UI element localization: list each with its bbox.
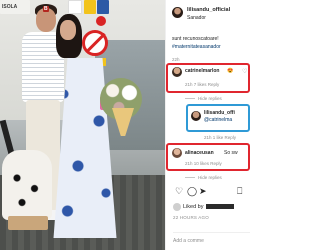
owner-avatar[interactable]	[172, 7, 183, 18]
post-location[interactable]: Sanador	[187, 15, 206, 21]
add-comment-placeholder: Add a comme	[173, 238, 204, 244]
like-comment-icon[interactable]: ♡	[242, 68, 247, 75]
commenter-avatar[interactable]	[172, 148, 182, 158]
warning-sign	[68, 0, 82, 14]
liked-by-prefix: Liked by	[183, 204, 204, 210]
baby-car-seat	[2, 150, 52, 220]
caption-age: 22h	[172, 57, 180, 62]
cap-logo-letter: B	[44, 6, 48, 12]
wall-sign-text: ISOLA	[2, 4, 18, 10]
stroller-base	[8, 216, 48, 230]
red-round-sign	[96, 16, 106, 26]
no-entry-sign	[82, 30, 108, 56]
hide-replies-link[interactable]: Hide replies	[185, 175, 222, 180]
hide-replies-link[interactable]: Hide replies	[185, 96, 222, 101]
liked-by-text: Liked by	[183, 204, 234, 210]
cap-logo: B	[43, 6, 49, 12]
heart-outline-icon[interactable]: ♡	[175, 186, 183, 196]
post-caption: sunt recunoscatoare! #maternitateasanado…	[172, 36, 250, 51]
info-sign	[97, 0, 109, 14]
commenter-username[interactable]: alinaceusan	[185, 150, 214, 156]
comment-text: So sw	[224, 150, 238, 156]
comment-icon[interactable]: ◯	[187, 186, 197, 196]
comment-item: catrinelmarlon 😍 ♡ 21h 7 likes Reply	[170, 66, 248, 92]
comment-meta[interactable]: 21h 7 likes Reply	[185, 82, 219, 87]
reply-item: lilisandu_offi @catrinelma	[190, 107, 248, 131]
comment-meta[interactable]: 21h 1 like Reply	[204, 135, 236, 140]
caption-line: sunt recunoscatoare!	[172, 36, 219, 42]
commenter-avatar[interactable]	[172, 67, 182, 77]
post-photo[interactable]: ISOLA B	[0, 0, 165, 250]
comment-text: 😍	[227, 68, 234, 74]
caption-hashtag[interactable]: #maternitateasanador	[172, 44, 250, 52]
post-header: lilisandu_official Sanador	[172, 6, 248, 26]
add-comment-field[interactable]: Add a comme	[173, 232, 250, 244]
commenter-username[interactable]: lilisandu_offi	[204, 110, 235, 116]
post-date: 22 HOURS AGO	[173, 215, 209, 220]
wall-sign: ISOLA	[0, 0, 30, 14]
commenter-avatar[interactable]	[191, 111, 201, 121]
stroller-handle	[0, 119, 15, 155]
liker-avatar	[173, 203, 181, 211]
owner-username[interactable]: lilisandu_official	[187, 7, 230, 13]
hazard-sign	[84, 0, 96, 14]
post-action-bar: ♡ ◯ ➤ ⎕	[175, 186, 245, 198]
commenter-username[interactable]: catrinelmarlon	[185, 68, 219, 74]
liked-by-row[interactable]: Liked by	[173, 203, 250, 212]
comment-meta[interactable]: 21h 10 likes Reply	[185, 161, 222, 166]
comment-item: alinaceusan So sw 21h 10 likes Reply	[170, 146, 248, 170]
redacted-username	[205, 204, 234, 210]
bookmark-icon[interactable]: ⎕	[237, 186, 242, 196]
comment-text: @catrinelma	[204, 117, 233, 123]
woman-face	[60, 20, 76, 40]
share-icon[interactable]: ➤	[199, 186, 207, 196]
